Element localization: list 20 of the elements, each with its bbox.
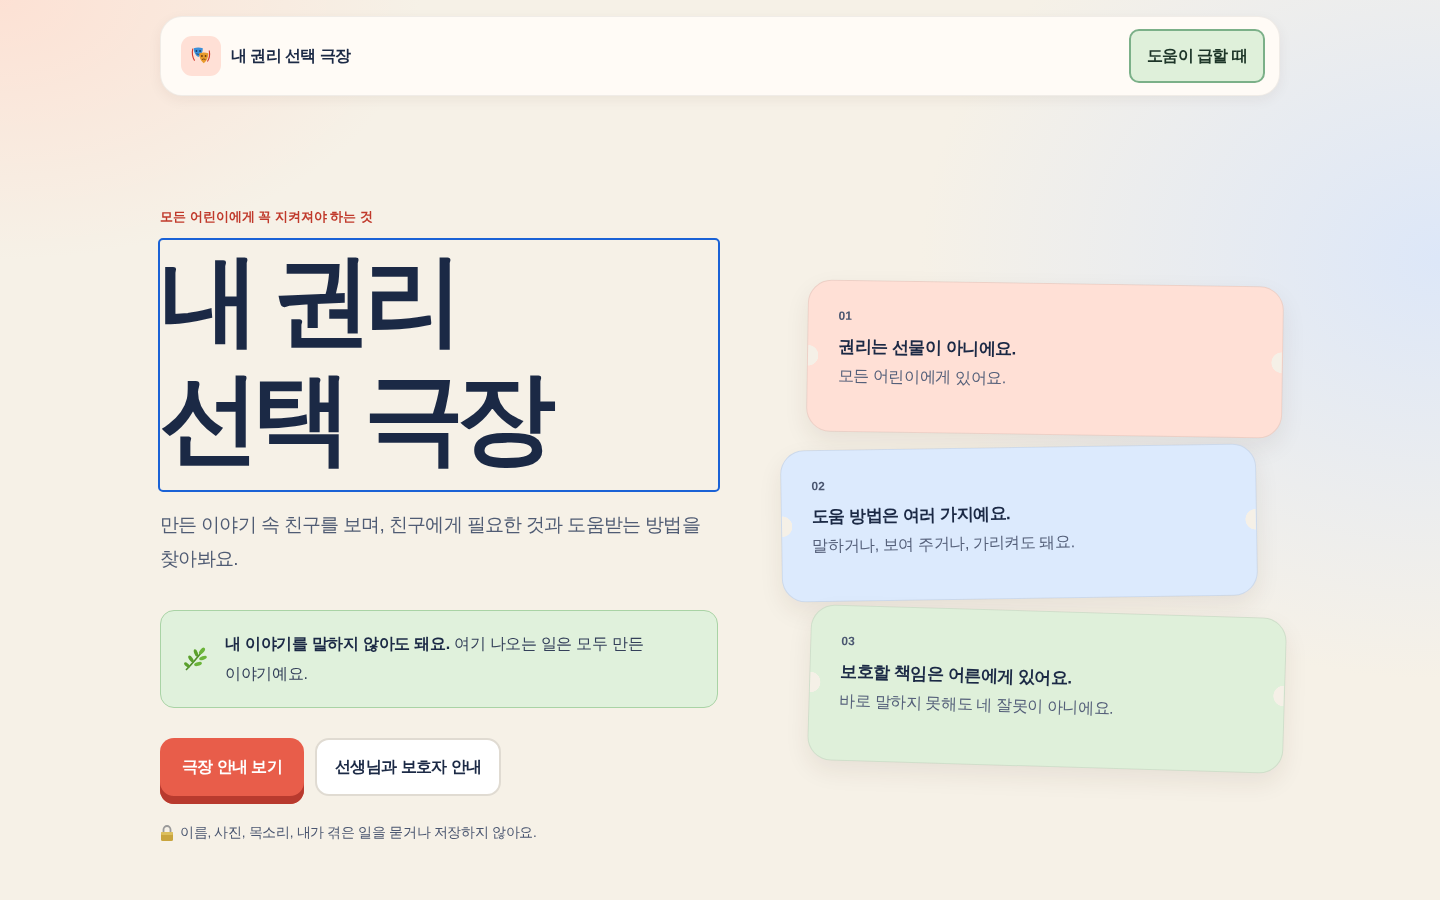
card-title: 권리는 선물이 아니에요. [838,335,1016,361]
card-number: 03 [841,633,855,649]
card-text: 모든 어린이에게 있어요. [837,365,1006,389]
hero-title: 내 권리 선택 극장 [160,240,718,490]
theater-masks-icon [181,36,221,76]
padlock-icon [160,825,174,841]
card-text: 바로 말하지 못해도 네 잘못이 아니에요. [839,690,1114,719]
guide-button[interactable]: 선생님과 보호자 안내 [315,738,502,796]
eyebrow-text: 모든 어린이에게 꼭 지켜져야 하는 것 [160,208,374,226]
hero-subtitle: 만든 이야기 속 친구를 보며, 친구에게 필요한 것과 도움받는 방법을 찾아봐요. [160,513,701,571]
card-title: 도움 방법은 여러 가지예요. [811,503,1011,529]
card-number: 02 [811,479,825,494]
help-button[interactable]: 도움이 급할 때 [1128,29,1265,83]
site-title: 내 권리 선택 극장 [231,45,351,66]
card-text: 말하거나, 보여 주거나, 가리켜도 돼요. [812,532,1075,557]
note-text: 내 이야기를 말하지 않아도 돼요. 여기 나오는 일은 모두 만든 이야기예요. [225,634,645,684]
card-number: 01 [838,308,853,323]
leaf-sprig-icon [181,645,209,673]
card-title: 보호할 책임은 어른에게 있어요. [840,660,1073,690]
privacy-note: 이름, 사진, 목소리, 내가 겪은 일을 묻거나 저장하지 않아요. [180,824,537,842]
